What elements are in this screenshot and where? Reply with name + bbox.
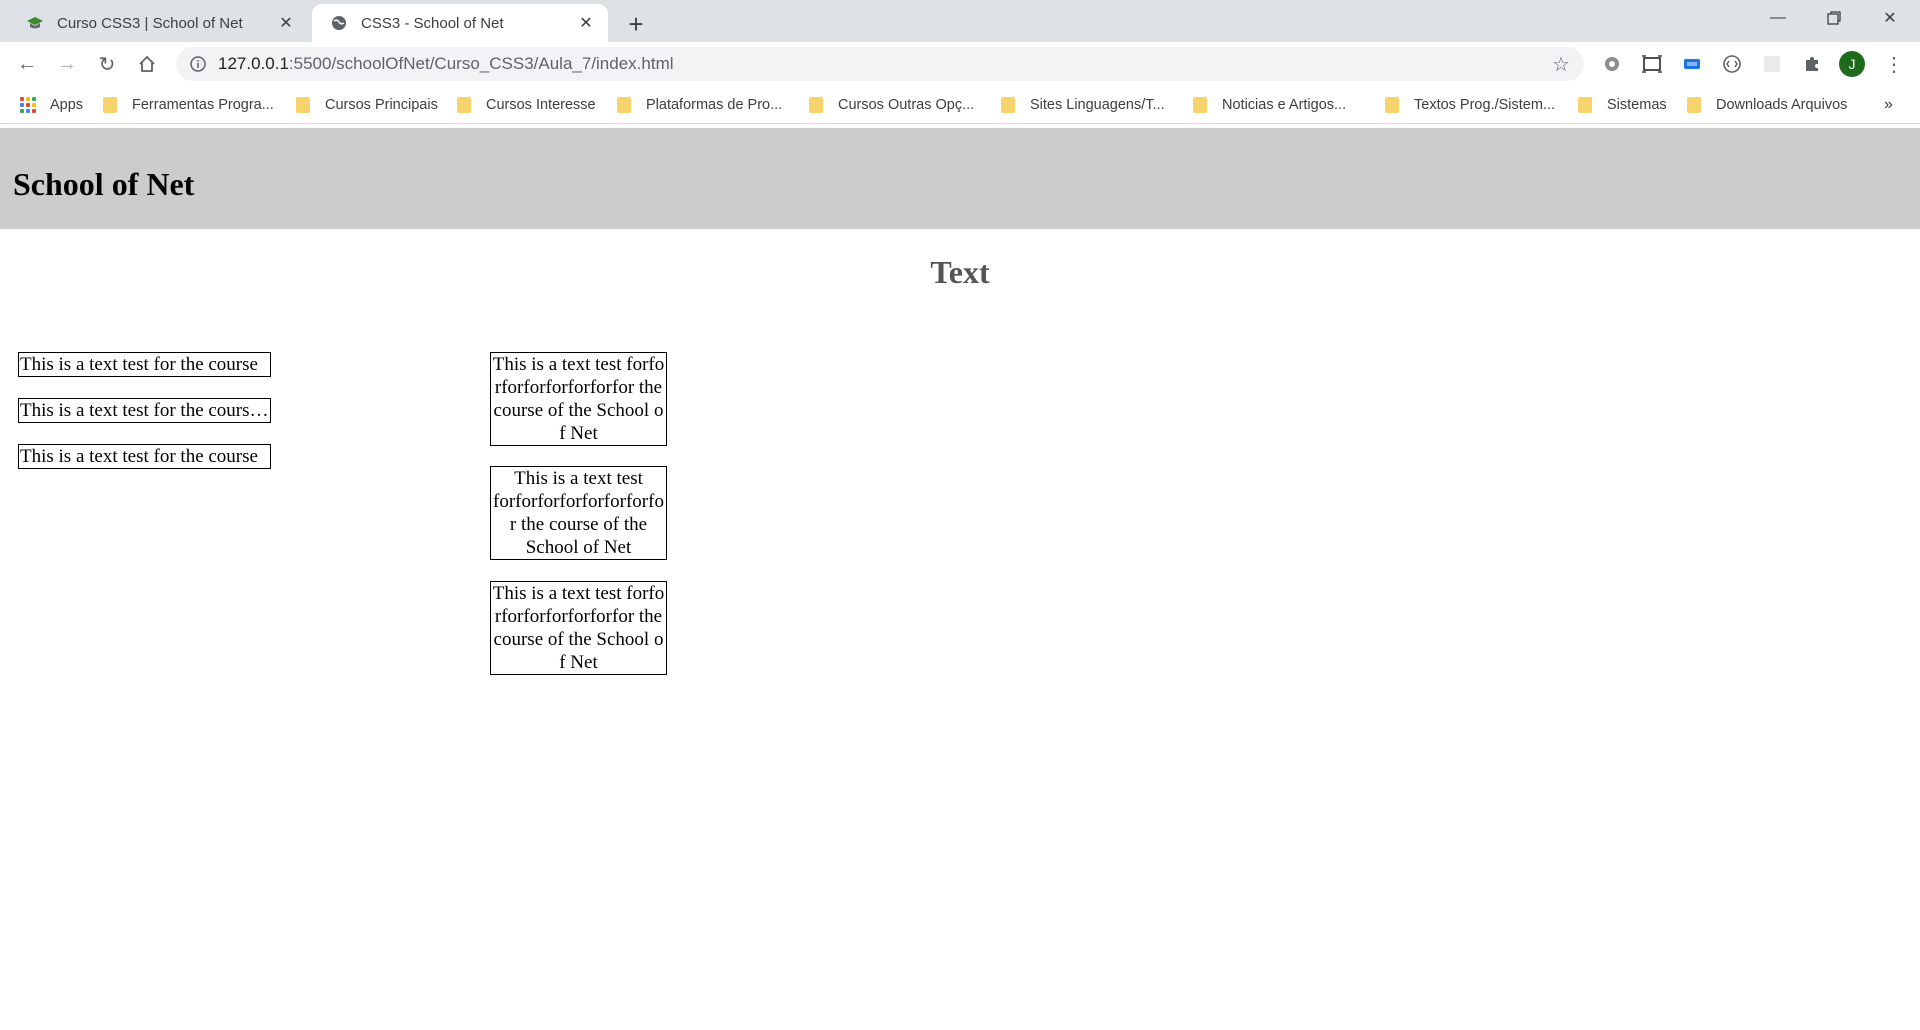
bookmark-apps[interactable]: Apps: [20, 93, 83, 117]
bookmark-folder[interactable]: Noticias e Artigos...: [1193, 93, 1346, 117]
bookmark-label: Ferramentas Progra...: [132, 97, 274, 113]
bookmark-label: Sistemas: [1607, 97, 1667, 113]
bookmark-folder[interactable]: Sites Linguagens/T...: [1001, 93, 1165, 117]
text-box-clip: This is a text test for the course: [18, 444, 271, 469]
tab-curso-css3[interactable]: Curso CSS3 | School of Net ✕: [8, 4, 308, 42]
bookmark-folder[interactable]: Textos Prog./Sistem...: [1385, 93, 1555, 117]
close-window-icon[interactable]: ✕: [1862, 0, 1918, 36]
forward-icon[interactable]: →: [51, 48, 83, 80]
bookmark-label: Cursos Principais: [325, 97, 438, 113]
back-icon[interactable]: ←: [11, 48, 43, 80]
bookmark-folder[interactable]: Downloads Arquivos: [1687, 93, 1847, 117]
tab-title: Curso CSS3 | School of Net: [57, 14, 243, 32]
tab-strip: Curso CSS3 | School of Net ✕ CSS3 - Scho…: [0, 0, 1920, 42]
screenshot-icon[interactable]: [1640, 52, 1664, 76]
graduation-cap-icon: [25, 13, 45, 33]
text-box-word-wrap: This is a text test forforforforforforfo…: [490, 466, 667, 560]
text-box-word-break: This is a text test forforforforforforfo…: [490, 352, 667, 446]
text-box-word-break: This is a text test forforforforforforfo…: [490, 581, 667, 675]
web-page: School of Net Text This is a text test f…: [0, 124, 1920, 1030]
address-bar[interactable]: 127.0.0.1:5500/schoolOfNet/Curso_CSS3/Au…: [176, 47, 1584, 81]
folder-icon: [103, 97, 117, 113]
bookmark-folder[interactable]: Sistemas: [1578, 93, 1667, 117]
folder-icon: [296, 97, 310, 113]
browser-toolbar: ← → ↻ 127.0.0.1:5500/schoolOfNet/Curso_C…: [0, 42, 1920, 86]
blank-extension-icon[interactable]: [1760, 52, 1784, 76]
restore-icon[interactable]: [1806, 0, 1862, 36]
url-text: 127.0.0.1:5500/schoolOfNet/Curso_CSS3/Au…: [218, 54, 674, 74]
section-title: Text: [930, 254, 990, 290]
folder-icon: [809, 97, 823, 113]
bookmark-folder[interactable]: Plataformas de Pro...: [617, 93, 782, 117]
folder-icon: [1578, 97, 1592, 113]
bookmark-folder[interactable]: Cursos Principais: [296, 93, 438, 117]
home-icon[interactable]: [131, 48, 163, 80]
site-title: School of Net: [13, 166, 195, 202]
bookmark-label: Apps: [50, 97, 84, 113]
bookmark-label: Noticias e Artigos...: [1222, 97, 1347, 113]
info-icon[interactable]: [188, 54, 208, 74]
url-host: 127.0.0.1: [218, 54, 289, 73]
menu-kebab-icon[interactable]: ⋮: [1882, 52, 1906, 76]
apps-grid-icon: [20, 97, 36, 113]
bookmark-label: Textos Prog./Sistem...: [1414, 97, 1556, 113]
bookmark-folder[interactable]: Cursos Interesse: [457, 93, 596, 117]
new-tab-button[interactable]: +: [620, 8, 652, 40]
bookmark-label: Plataformas de Pro...: [646, 97, 783, 113]
profile-avatar[interactable]: J: [1839, 51, 1865, 77]
bookmark-label: Cursos Outras Opç...: [838, 97, 975, 113]
bookmarks-overflow-button[interactable]: »: [1884, 93, 1893, 117]
folder-icon: [1385, 97, 1399, 113]
reload-icon[interactable]: ↻: [91, 48, 123, 80]
bookmarks-bar: Apps Ferramentas Progra... Cursos Princi…: [0, 86, 1920, 124]
bookmark-label: Downloads Arquivos: [1716, 97, 1848, 113]
minimize-icon[interactable]: —: [1750, 0, 1806, 36]
site-header: School of Net: [0, 128, 1920, 229]
cast-extension-icon[interactable]: [1680, 52, 1704, 76]
extensions-puzzle-icon[interactable]: [1800, 52, 1824, 76]
folder-icon: [1193, 97, 1207, 113]
code-extension-icon[interactable]: [1720, 52, 1744, 76]
bookmark-label: Cursos Interesse: [486, 97, 596, 113]
close-tab-icon[interactable]: ✕: [574, 11, 598, 35]
bookmark-label: Sites Linguagens/T...: [1030, 97, 1165, 113]
folder-icon: [1001, 97, 1015, 113]
text-box-ellipsis: This is a text test for the course of th…: [18, 398, 271, 423]
tab-title: CSS3 - School of Net: [361, 14, 504, 32]
text-box-clip: This is a text test for the course: [18, 352, 271, 377]
bookmark-star-icon[interactable]: ☆: [1550, 53, 1572, 76]
folder-icon: [457, 97, 471, 113]
url-path: :5500/schoolOfNet/Curso_CSS3/Aula_7/inde…: [288, 54, 674, 73]
bookmark-folder[interactable]: Cursos Outras Opç...: [809, 93, 974, 117]
globe-icon: [329, 13, 349, 33]
folder-icon: [617, 97, 631, 113]
tab-css3-school-of-net[interactable]: CSS3 - School of Net ✕: [312, 4, 608, 42]
folder-icon: [1687, 97, 1701, 113]
bookmark-folder[interactable]: Ferramentas Progra...: [103, 93, 274, 117]
extension-gear-icon[interactable]: [1600, 52, 1624, 76]
close-tab-icon[interactable]: ✕: [274, 11, 298, 35]
